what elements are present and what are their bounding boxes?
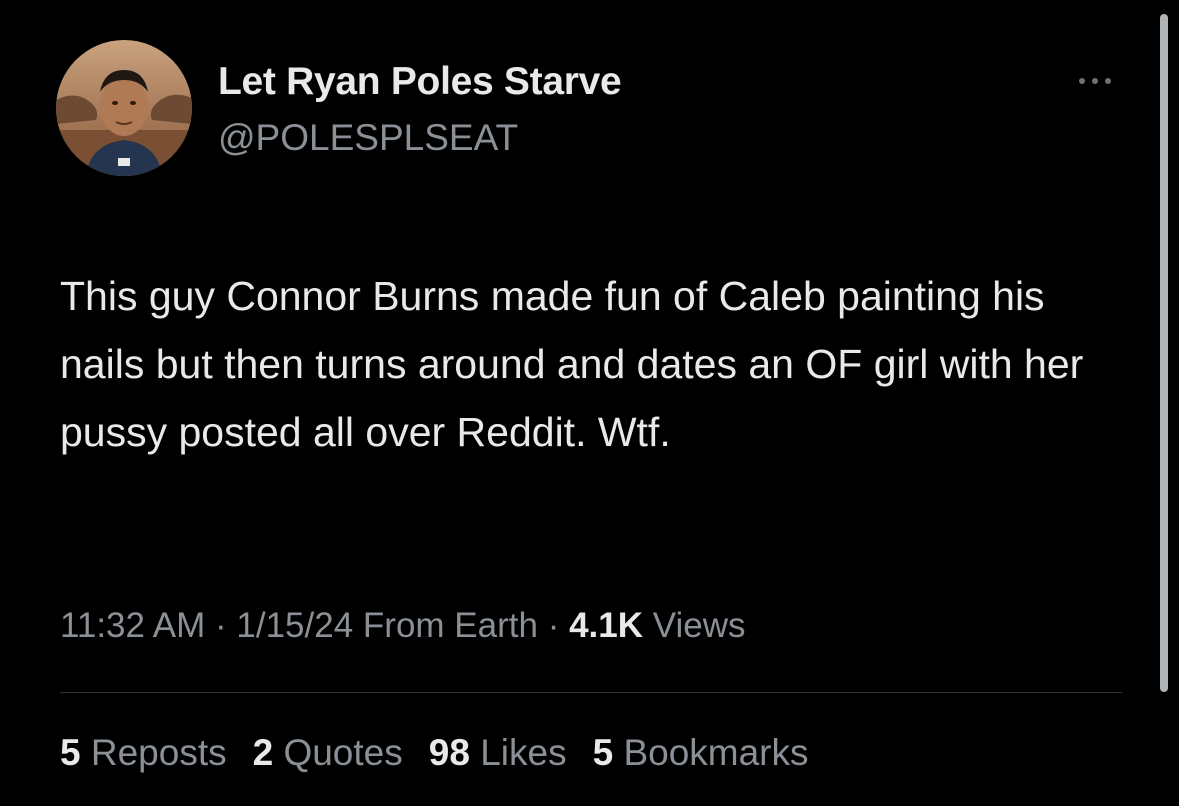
- meta-separator: ·: [215, 606, 227, 645]
- more-options-button[interactable]: [1068, 66, 1122, 96]
- bookmarks-stat[interactable]: 5 Bookmarks: [593, 732, 809, 774]
- scrollbar[interactable]: [1160, 14, 1168, 692]
- quotes-label: Quotes: [283, 732, 403, 773]
- likes-count: 98: [428, 732, 470, 773]
- reposts-count: 5: [60, 732, 81, 773]
- meta-separator: ·: [547, 606, 560, 645]
- tweet-meta: 11:32 AM · 1/15/24 From Earth · 4.1K Vie…: [60, 606, 746, 646]
- likes-label: Likes: [480, 732, 567, 773]
- avatar-image: [56, 40, 192, 176]
- views-count: 4.1K: [569, 606, 644, 645]
- author-display-name[interactable]: Let Ryan Poles Starve: [218, 60, 622, 104]
- likes-stat[interactable]: 98 Likes: [429, 732, 567, 774]
- tweet-source: From Earth: [362, 606, 538, 645]
- tweet-date[interactable]: 1/15/24: [236, 606, 353, 645]
- bookmarks-count: 5: [592, 732, 614, 773]
- tweet-container: Let Ryan Poles Starve @POLESPLSEAT This …: [0, 0, 1179, 806]
- avatar[interactable]: [56, 40, 192, 176]
- more-horizontal-icon: [1079, 78, 1111, 84]
- bookmarks-label: Bookmarks: [623, 732, 809, 773]
- engagement-stats: 5 Reposts 2 Quotes 98 Likes 5 Bookmarks: [60, 732, 835, 774]
- views-label: Views: [652, 606, 746, 645]
- divider: [60, 692, 1122, 693]
- quotes-stat[interactable]: 2 Quotes: [253, 732, 403, 774]
- quotes-count: 2: [252, 732, 274, 773]
- author-handle[interactable]: @POLESPLSEAT: [218, 117, 518, 159]
- tweet-text: This guy Connor Burns made fun of Caleb …: [60, 273, 1084, 455]
- reposts-label: Reposts: [90, 732, 227, 773]
- tweet-time[interactable]: 11:32 AM: [60, 606, 205, 645]
- reposts-stat[interactable]: 5 Reposts: [60, 732, 227, 774]
